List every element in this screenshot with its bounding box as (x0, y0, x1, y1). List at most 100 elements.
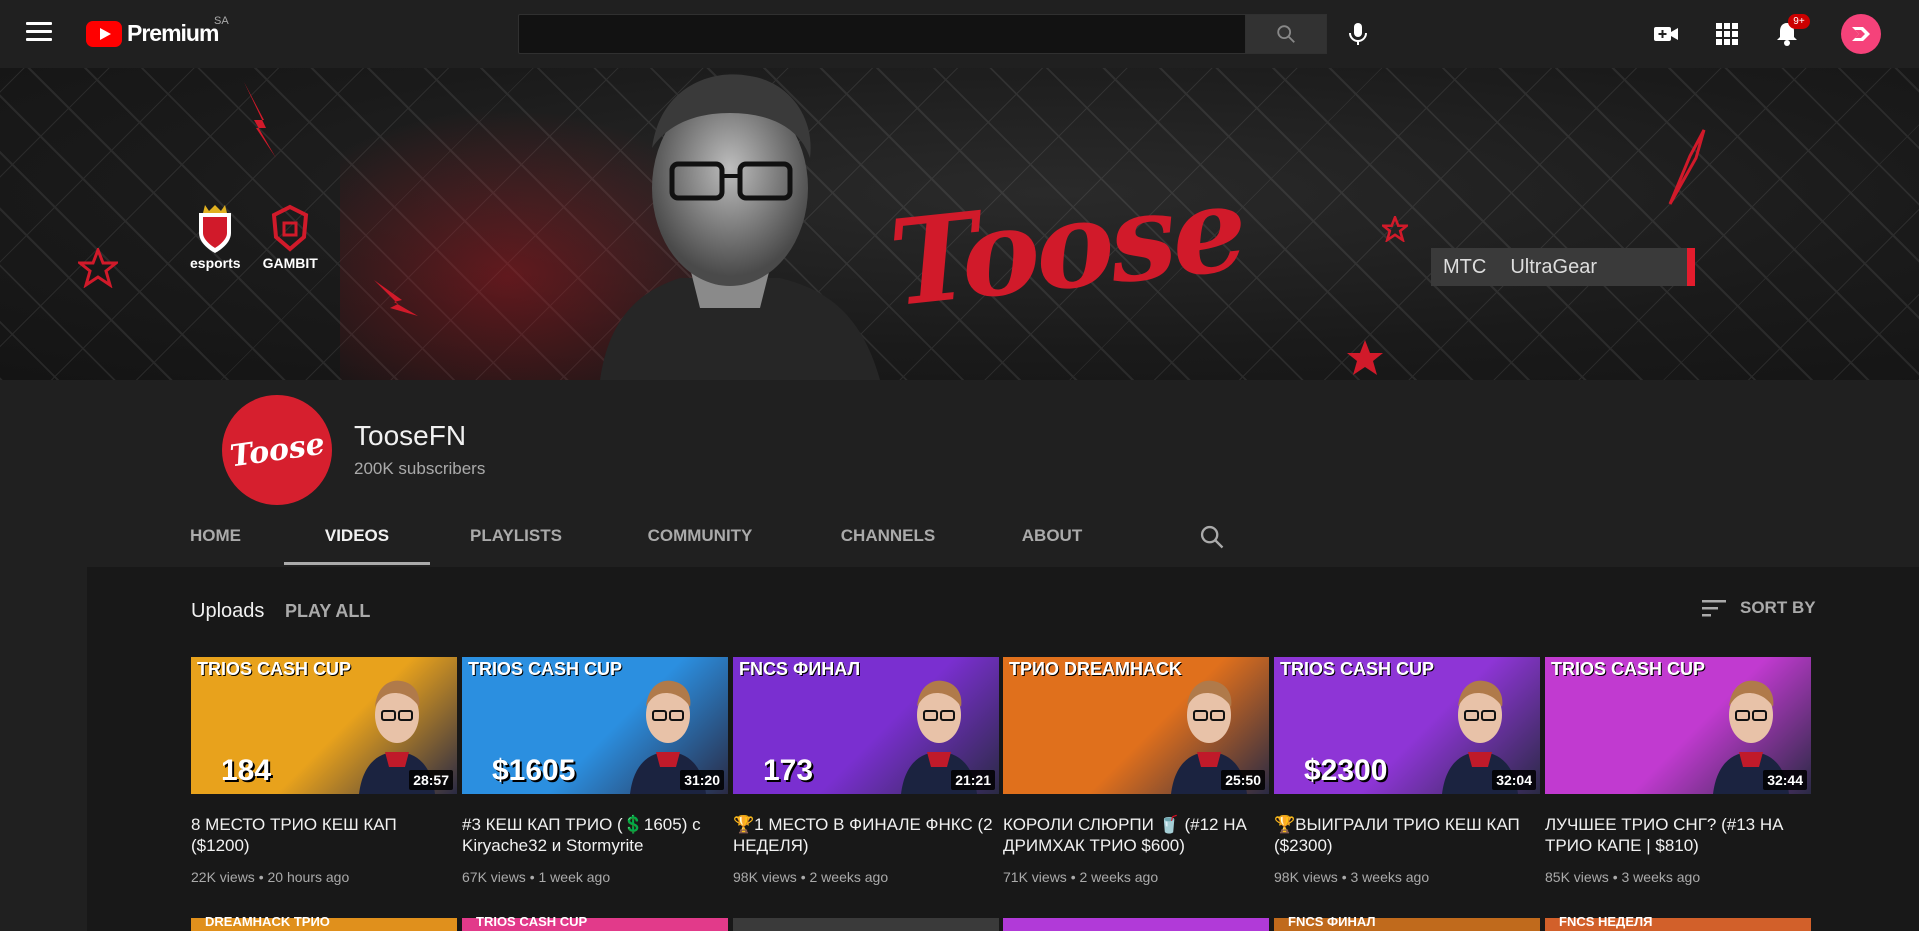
video-duration: 32:44 (1763, 770, 1807, 790)
video-thumbnail[interactable]: TRIOS CASH CUP $1605 31:20 (462, 657, 728, 794)
section-title: Uploads (191, 600, 265, 622)
youtube-logo[interactable]: Premium (86, 20, 219, 47)
video-metadata: 85K views • 3 weeks ago (1545, 869, 1811, 885)
thumbnail-header: TRIOS CASH CUP (1280, 659, 1435, 679)
video-title[interactable]: КОРОЛИ СЛЮРПИ 🥤 (#12 НА ДРИМХАК ТРИО $60… (1003, 814, 1269, 856)
channel-avatar[interactable]: Toose (222, 395, 332, 505)
view-count: 98K views (1274, 869, 1338, 885)
meta-separator: • (525, 869, 539, 885)
video-metadata: 67K views • 1 week ago (462, 869, 728, 885)
search-icon (1277, 25, 1295, 43)
view-count: 98K views (733, 869, 797, 885)
meta-separator: • (796, 869, 810, 885)
thumbnail-header: FNCS ФИНАЛ (1288, 914, 1376, 929)
dagger-icon (1668, 129, 1706, 205)
apps-grid-icon (1716, 23, 1738, 45)
voice-search-button[interactable] (1340, 16, 1376, 52)
sponsor-mts: МТС (1443, 255, 1487, 278)
left-gutter (0, 380, 87, 931)
video-card[interactable]: TRIOS CASH CUP 184 28:57 8 МЕСТО ТРИО КЕШ К… (191, 657, 457, 885)
apps-button[interactable] (1711, 18, 1743, 50)
star-icon (1382, 216, 1408, 242)
channel-search-icon[interactable] (1198, 523, 1226, 551)
video-card[interactable]: TRIOS CASH CUP $2300 32:04 🏆ВЫИГРАЛИ ТРИО К… (1274, 657, 1540, 885)
tab-about[interactable]: ABOUT (978, 510, 1126, 562)
subscriber-count: 200K subscribers (354, 459, 486, 478)
create-video-button[interactable] (1650, 18, 1682, 50)
video-thumbnail[interactable]: TRIOS CASH CUP 32:44 (1545, 657, 1811, 794)
play-all-button[interactable]: PLAY ALL (285, 601, 370, 622)
lightning-icon (244, 82, 276, 158)
view-count: 22K views (191, 869, 255, 885)
upload-age: 3 weeks ago (1621, 869, 1701, 885)
channel-tabs: HOME VIDEOS PLAYLISTS COMMUNITY CHANNELS… (190, 510, 1126, 567)
video-title[interactable]: ЛУЧШЕЕ ТРИО СНГ? (#13 НА ТРИО КАПЕ | $81… (1545, 814, 1811, 856)
video-card[interactable]: ТРИО DREAMHACK 25:50 КОРОЛИ СЛЮРПИ 🥤 (#12 … (1003, 657, 1269, 885)
video-thumbnail[interactable]: FNCS ФИНАЛ 173 21:21 (733, 657, 999, 794)
gambit-shield-icon (272, 204, 309, 252)
upload-age: 3 weeks ago (1350, 869, 1430, 885)
video-duration: 21:21 (951, 770, 995, 790)
video-camera-icon (1654, 27, 1678, 41)
thumbnail-highlight: $2300 (1304, 754, 1388, 787)
video-thumbnail[interactable]: TRIOS CASH CUP $2300 32:04 (1274, 657, 1540, 794)
team-gambit: GAMBIT (263, 203, 318, 271)
video-metadata: 22K views • 20 hours ago (191, 869, 457, 885)
video-duration: 31:20 (680, 770, 724, 790)
video-metadata: 98K views • 3 weeks ago (1274, 869, 1540, 885)
youtube-play-icon (86, 20, 122, 47)
search-input[interactable] (519, 15, 1245, 53)
tab-videos[interactable]: VIDEOS (284, 510, 430, 565)
star-icon (78, 248, 118, 288)
meta-separator: • (1608, 869, 1622, 885)
upload-age: 20 hours ago (267, 869, 350, 885)
channel-name: TooseFN (354, 420, 467, 451)
team2-label: GAMBIT (262, 255, 318, 271)
video-thumbnail-partial[interactable] (733, 918, 999, 931)
video-thumbnail-partial[interactable]: TRIOS CASH CUP (462, 914, 728, 931)
video-card[interactable]: TRIOS CASH CUP 32:44 ЛУЧШЕЕ ТРИО СНГ? (#13… (1545, 657, 1811, 885)
video-duration: 25:50 (1221, 770, 1265, 790)
thumbnail-header: FNCS ФИНАЛ (739, 659, 861, 679)
tab-channels[interactable]: CHANNELS (798, 510, 978, 562)
video-thumbnail[interactable]: ТРИО DREAMHACK 25:50 (1003, 657, 1269, 794)
tab-home[interactable]: HOME (148, 510, 284, 562)
video-card[interactable]: TRIOS CASH CUP $1605 31:20 #3 КЕШ КАП ТРИО … (462, 657, 728, 885)
menu-icon[interactable] (26, 22, 52, 44)
team1-label: esports (190, 255, 241, 271)
video-duration: 28:57 (409, 770, 453, 790)
avatar-logo-icon (1852, 27, 1870, 41)
microphone-icon (1349, 23, 1367, 45)
thumbnail-header: TRIOS CASH CUP (476, 914, 588, 929)
video-title[interactable]: 🏆1 МЕСТО В ФИНАЛЕ ФНКС (2 НЕДЕЛЯ) (733, 814, 999, 856)
sort-by-button[interactable]: SORT BY (1702, 598, 1816, 618)
video-thumbnail[interactable]: TRIOS CASH CUP 184 28:57 (191, 657, 457, 794)
team-logos: esports GAMBIT (190, 203, 318, 271)
banner-portrait (600, 74, 880, 380)
video-metadata: 98K views • 2 weeks ago (733, 869, 999, 885)
video-thumbnail-partial[interactable] (1003, 918, 1269, 931)
search-box[interactable] (518, 14, 1246, 54)
tab-community[interactable]: COMMUNITY (602, 510, 798, 562)
search-button[interactable] (1245, 14, 1327, 54)
video-thumbnail-partial[interactable]: FNCS ФИНАЛ (1274, 914, 1540, 931)
sponsor-ultragear: UltraGear (1510, 255, 1598, 278)
tab-playlists[interactable]: PLAYLISTS (430, 510, 602, 562)
sponsor-box: МТС UltraGear (1431, 248, 1695, 286)
sort-icon (1702, 600, 1726, 617)
video-title[interactable]: 🏆ВЫИГРАЛИ ТРИО КЕШ КАП ($2300) (1274, 814, 1540, 856)
video-title[interactable]: #3 КЕШ КАП ТРИО (💲1605) с Kiryache32 и S… (462, 814, 728, 856)
account-avatar[interactable] (1841, 14, 1881, 54)
video-title[interactable]: 8 МЕСТО ТРИО КЕШ КАП ($1200) (191, 814, 457, 856)
channel-banner: esports GAMBIT Toose МТС UltraGear (0, 68, 1919, 380)
meta-separator: • (254, 869, 268, 885)
sort-by-label: SORT BY (1740, 598, 1816, 617)
monaco-shield-icon (199, 205, 232, 253)
team-monaco: esports (190, 203, 241, 271)
view-count: 67K views (462, 869, 526, 885)
video-thumbnail-partial[interactable]: FNCS НЕДЕЛЯ (1545, 914, 1811, 931)
video-thumbnail-partial[interactable]: DREAMHACK ТРИО (191, 914, 457, 931)
thumbnail-header: DREAMHACK ТРИО (205, 914, 330, 929)
meta-separator: • (1066, 869, 1080, 885)
video-card[interactable]: FNCS ФИНАЛ 173 21:21 🏆1 МЕСТО В ФИНАЛЕ ФНКС… (733, 657, 999, 885)
